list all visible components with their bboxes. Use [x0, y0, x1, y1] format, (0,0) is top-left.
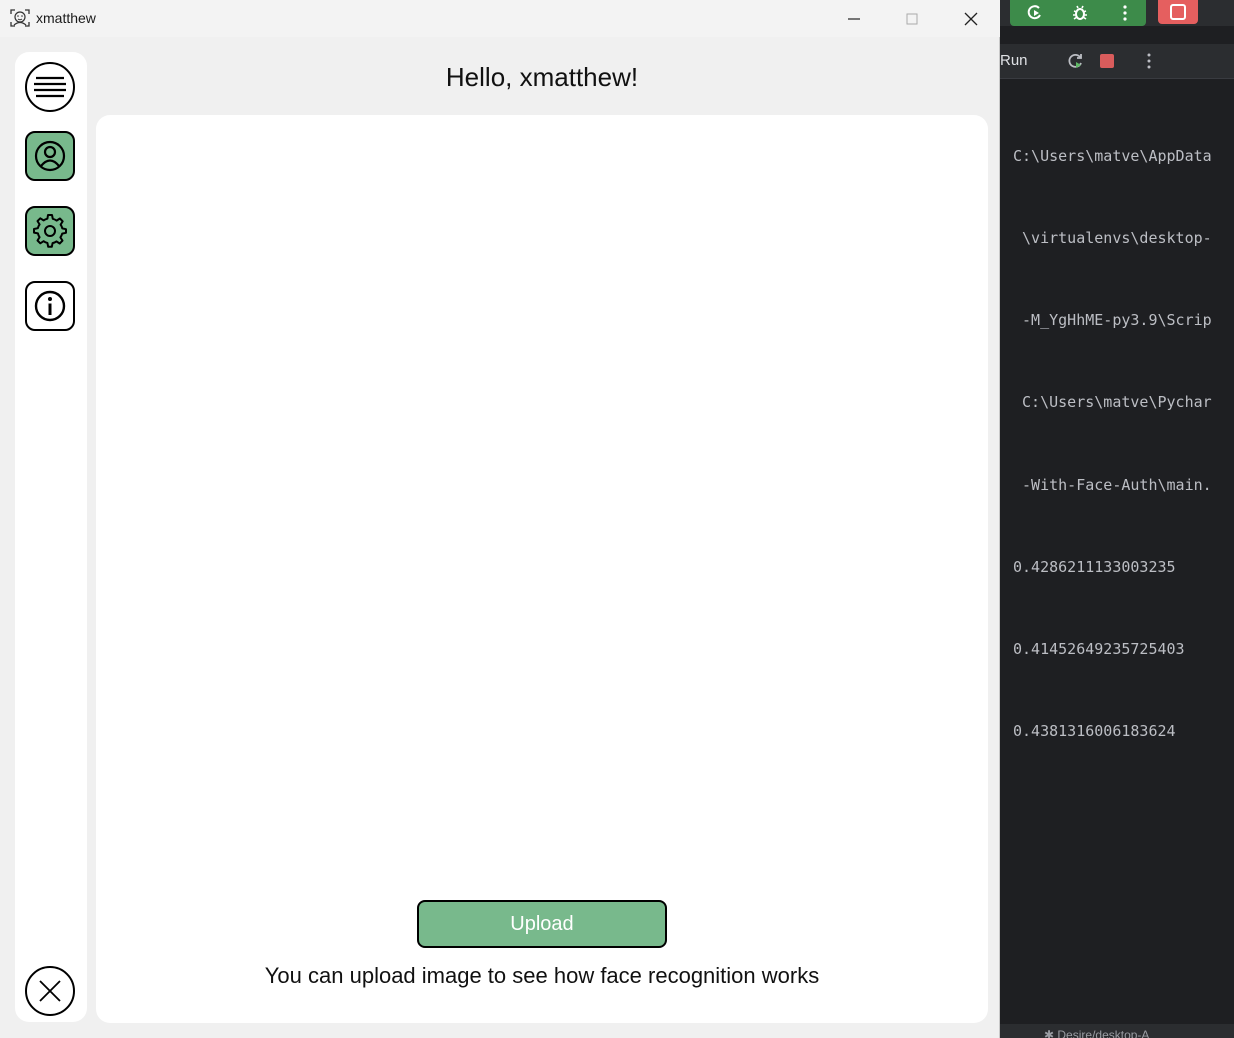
- minimize-icon: [848, 17, 860, 20]
- sidebar-item-profile[interactable]: [25, 131, 75, 181]
- sidebar-item-menu[interactable]: [25, 62, 75, 112]
- hamburger-icon: [34, 76, 66, 98]
- more-icon[interactable]: [1110, 0, 1140, 26]
- user-icon: [34, 140, 66, 172]
- close-window-button[interactable]: [942, 0, 1000, 37]
- sidebar-item-info[interactable]: [25, 281, 75, 331]
- console-line: \virtualenvs\desktop-: [1013, 229, 1212, 248]
- status-text: ✱ Desire/desktop-A: [1044, 1028, 1150, 1038]
- title-bar[interactable]: xmatthew: [0, 0, 1000, 37]
- console-line: -M_YgHhME-py3.9\Scrip: [1013, 311, 1212, 330]
- console-line: C:\Users\matve\AppData: [1013, 146, 1212, 165]
- stop-small-icon[interactable]: [1096, 50, 1118, 72]
- close-icon: [39, 980, 61, 1002]
- face-scan-icon: [10, 9, 30, 27]
- stop-icon: [1170, 4, 1186, 20]
- sidebar: [15, 52, 87, 1022]
- console-line: 0.4286211133003235: [1013, 557, 1176, 576]
- maximize-icon: [906, 13, 918, 24]
- rerun-small-icon[interactable]: [1064, 50, 1086, 72]
- console-line: -With-Face-Auth\main.: [1013, 475, 1212, 494]
- ide-run-actions: [1010, 0, 1146, 26]
- app-window: xmatthew Hello, xmatthew! Upload You can…: [0, 0, 1000, 1038]
- sidebar-item-settings[interactable]: [25, 206, 75, 256]
- page-title: Hello, xmatthew!: [445, 62, 639, 92]
- rerun-icon[interactable]: [1020, 0, 1050, 26]
- stop-button[interactable]: [1158, 0, 1198, 24]
- sidebar-item-close[interactable]: [25, 966, 75, 1016]
- upload-button[interactable]: Upload: [417, 900, 667, 948]
- close-icon: [964, 12, 978, 25]
- run-toolwindow-header: Run: [1000, 44, 1234, 79]
- window-title: xmatthew: [36, 10, 96, 26]
- minimize-button[interactable]: [825, 0, 883, 37]
- console-line: C:\Users\matve\Pychar: [1013, 393, 1212, 412]
- console-line: 0.4381316006183624: [1013, 722, 1176, 741]
- ide-status-bar: ✱ Desire/desktop-A: [1000, 1024, 1234, 1038]
- debug-icon[interactable]: [1065, 0, 1095, 26]
- maximize-button[interactable]: [883, 0, 941, 37]
- run-options-icon[interactable]: [1138, 50, 1160, 72]
- upload-hint: You can upload image to see how face rec…: [264, 963, 820, 988]
- image-panel: Upload You can upload image to see how f…: [96, 115, 988, 1023]
- ide-toolbar: [1000, 0, 1234, 26]
- console-output[interactable]: C:\Users\matve\AppData \virtualenvs\desk…: [1013, 88, 1234, 801]
- run-label: Run: [1000, 52, 1028, 69]
- gear-icon: [33, 214, 67, 248]
- ide-panel: Run C:\Users\matve\AppData \virtualenvs\…: [1000, 0, 1234, 1038]
- console-line: 0.41452649235725403: [1013, 640, 1185, 659]
- info-icon: [34, 290, 66, 322]
